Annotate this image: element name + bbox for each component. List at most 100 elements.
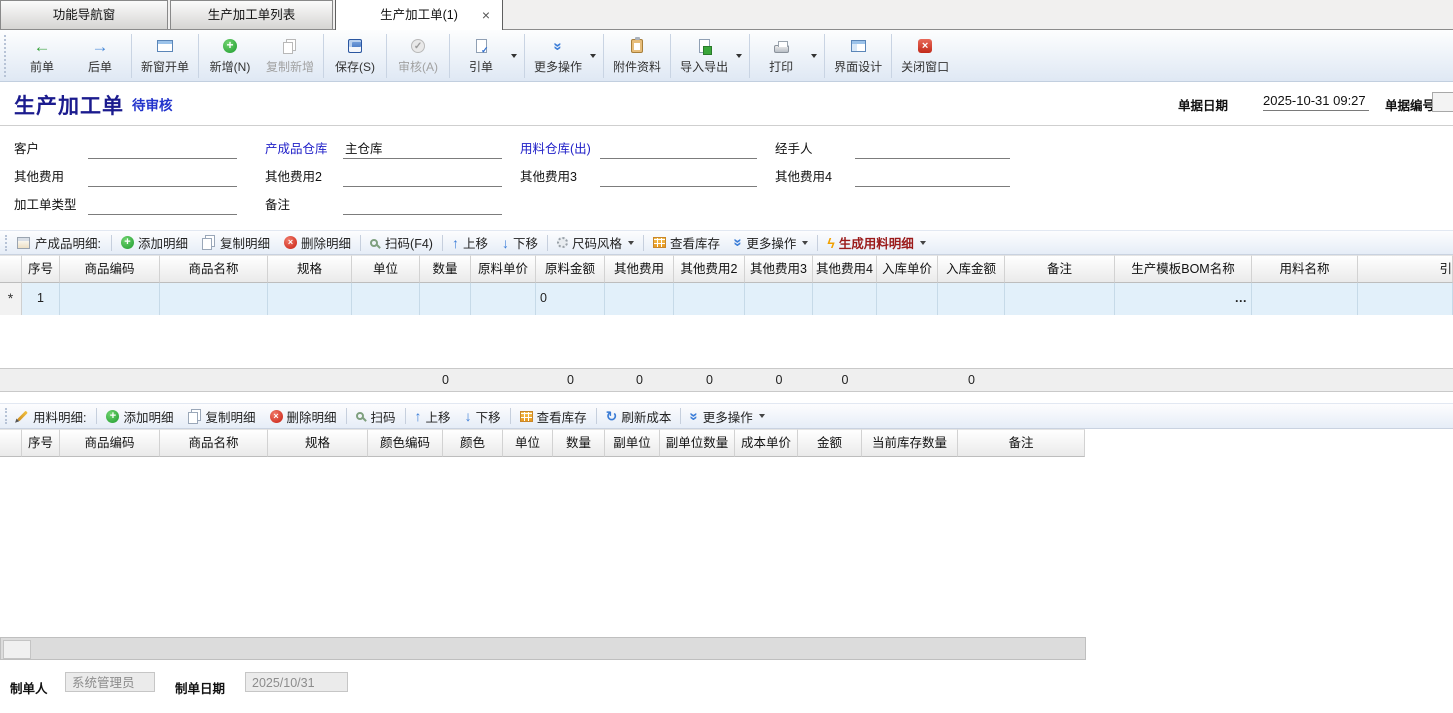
attachments-button[interactable]: 附件资料 bbox=[606, 32, 668, 80]
tab-order-active[interactable]: 生产加工单(1) × bbox=[335, 0, 503, 30]
tab-order-list[interactable]: 生产加工单列表 bbox=[170, 0, 333, 29]
column-header[interactable]: 生产模板BOM名称 bbox=[1115, 255, 1252, 283]
fee4-field[interactable] bbox=[855, 168, 1010, 187]
column-header[interactable]: 单位 bbox=[352, 255, 420, 283]
ui-design-button[interactable]: 界面设计 bbox=[827, 32, 889, 80]
fee3-field[interactable] bbox=[600, 168, 757, 187]
grid-cell[interactable] bbox=[160, 283, 268, 315]
move-down-button[interactable]: ↓下移 bbox=[458, 406, 508, 427]
scan-button[interactable]: 扫码(F4) bbox=[363, 232, 440, 253]
remark-field[interactable] bbox=[343, 196, 502, 215]
view-stock-button[interactable]: 查看库存 bbox=[513, 406, 594, 427]
grid-cell[interactable] bbox=[1358, 283, 1453, 315]
horizontal-scrollbar[interactable] bbox=[0, 637, 1086, 660]
dropdown-arrow-icon[interactable] bbox=[590, 54, 596, 58]
column-header[interactable]: 其他费用3 bbox=[745, 255, 813, 283]
column-header[interactable]: 备注 bbox=[1005, 255, 1115, 283]
copy-new-button[interactable]: 复制新增 bbox=[259, 32, 321, 80]
import-export-button[interactable]: 导入导出 bbox=[673, 32, 735, 80]
handler-field[interactable] bbox=[855, 140, 1010, 159]
scrollbar-thumb[interactable] bbox=[3, 640, 31, 659]
column-header[interactable]: 序号 bbox=[22, 255, 60, 283]
save-button[interactable]: 保存(S) bbox=[326, 32, 384, 80]
view-stock-button[interactable]: 查看库存 bbox=[646, 232, 727, 253]
size-style-button[interactable]: 尺码风格 bbox=[550, 232, 641, 253]
ellipsis-button[interactable]: … bbox=[1235, 283, 1249, 314]
doc-date-field[interactable]: 2025-10-31 09:27 bbox=[1263, 91, 1369, 111]
add-detail-button[interactable]: +添加明细 bbox=[99, 406, 180, 427]
column-header[interactable]: 副单位数量 bbox=[660, 429, 735, 457]
column-header[interactable]: 规格 bbox=[268, 255, 352, 283]
refer-doc-button[interactable]: 引单 bbox=[452, 32, 510, 80]
column-header[interactable]: 颜色 bbox=[443, 429, 503, 457]
more-actions-button[interactable]: » 更多操作 bbox=[527, 32, 589, 80]
customer-field[interactable] bbox=[88, 140, 237, 159]
column-header[interactable]: 入库金额 bbox=[938, 255, 1005, 283]
column-header[interactable]: 副单位 bbox=[605, 429, 660, 457]
more-actions-button[interactable]: »更多操作 bbox=[727, 232, 815, 253]
grid-cell[interactable]: 1 bbox=[22, 283, 60, 315]
column-header[interactable]: 入库单价 bbox=[877, 255, 938, 283]
grid-cell[interactable]: 0 bbox=[536, 283, 605, 315]
copy-detail-button[interactable]: 复制明细 bbox=[195, 232, 277, 253]
column-header[interactable]: 备注 bbox=[958, 429, 1085, 457]
dropdown-arrow-icon[interactable] bbox=[736, 54, 742, 58]
tab-close-icon[interactable]: × bbox=[482, 0, 490, 30]
grid-cell[interactable] bbox=[938, 283, 1005, 315]
product-grid-row[interactable]: *1 0 … bbox=[0, 283, 1453, 315]
grid-cell[interactable] bbox=[745, 283, 813, 315]
column-header[interactable]: 商品编码 bbox=[60, 429, 160, 457]
column-header[interactable]: 原料单价 bbox=[471, 255, 536, 283]
product-warehouse-field[interactable]: 主仓库 bbox=[343, 140, 502, 159]
grid-cell[interactable] bbox=[60, 283, 160, 315]
grid-cell[interactable] bbox=[471, 283, 536, 315]
column-header[interactable]: 颜色编码 bbox=[368, 429, 443, 457]
fee1-field[interactable] bbox=[88, 168, 237, 187]
grid-cell[interactable] bbox=[605, 283, 674, 315]
column-header[interactable]: 成本单价 bbox=[735, 429, 798, 457]
column-header[interactable]: 商品编码 bbox=[60, 255, 160, 283]
audit-button[interactable]: ✓ 审核(A) bbox=[389, 32, 447, 80]
doc-no-field[interactable] bbox=[1432, 92, 1453, 112]
copy-detail-button[interactable]: 复制明细 bbox=[181, 406, 263, 427]
next-doc-button[interactable]: → 后单 bbox=[71, 32, 129, 80]
material-warehouse-field[interactable] bbox=[600, 140, 757, 159]
column-header[interactable]: 其他费用 bbox=[605, 255, 674, 283]
fee2-field[interactable] bbox=[343, 168, 502, 187]
add-detail-button[interactable]: +添加明细 bbox=[114, 232, 195, 253]
tab-function-nav[interactable]: 功能导航窗 bbox=[0, 0, 168, 29]
print-button[interactable]: 打印 bbox=[752, 32, 810, 80]
move-up-button[interactable]: ↑上移 bbox=[408, 406, 458, 427]
order-type-field[interactable] bbox=[88, 196, 237, 215]
add-button[interactable]: + 新增(N) bbox=[201, 32, 259, 80]
generate-material-button[interactable]: ϟ生成用料明细 bbox=[820, 232, 932, 253]
column-header[interactable]: 序号 bbox=[22, 429, 60, 457]
column-header[interactable]: 商品名称 bbox=[160, 429, 268, 457]
prev-doc-button[interactable]: ← 前单 bbox=[13, 32, 71, 80]
grid-cell[interactable] bbox=[813, 283, 877, 315]
grid-cell[interactable] bbox=[352, 283, 420, 315]
grid-cell[interactable] bbox=[877, 283, 938, 315]
column-header[interactable]: 数量 bbox=[553, 429, 605, 457]
refresh-cost-button[interactable]: ↻刷新成本 bbox=[599, 406, 679, 427]
column-header[interactable]: 引 bbox=[1358, 255, 1453, 283]
column-header[interactable]: 规格 bbox=[268, 429, 368, 457]
grid-cell[interactable]: … bbox=[1115, 283, 1252, 315]
dropdown-arrow-icon[interactable] bbox=[511, 54, 517, 58]
column-header[interactable]: 原料金额 bbox=[536, 255, 605, 283]
column-header[interactable]: 其他费用4 bbox=[813, 255, 877, 283]
dropdown-arrow-icon[interactable] bbox=[811, 54, 817, 58]
close-window-button[interactable]: × 关闭窗口 bbox=[894, 32, 956, 80]
grid-cell[interactable] bbox=[674, 283, 745, 315]
row-selector[interactable]: * bbox=[0, 283, 22, 315]
delete-detail-button[interactable]: ×删除明细 bbox=[263, 406, 344, 427]
column-header[interactable]: 商品名称 bbox=[160, 255, 268, 283]
scan-button[interactable]: 扫码 bbox=[349, 406, 403, 427]
column-header[interactable]: 用料名称 bbox=[1252, 255, 1358, 283]
grid-cell[interactable] bbox=[420, 283, 471, 315]
more-actions-button[interactable]: »更多操作 bbox=[683, 406, 771, 427]
grid-cell[interactable] bbox=[1252, 283, 1358, 315]
delete-detail-button[interactable]: ×删除明细 bbox=[277, 232, 358, 253]
grid-cell[interactable] bbox=[268, 283, 352, 315]
column-header[interactable]: 数量 bbox=[420, 255, 471, 283]
